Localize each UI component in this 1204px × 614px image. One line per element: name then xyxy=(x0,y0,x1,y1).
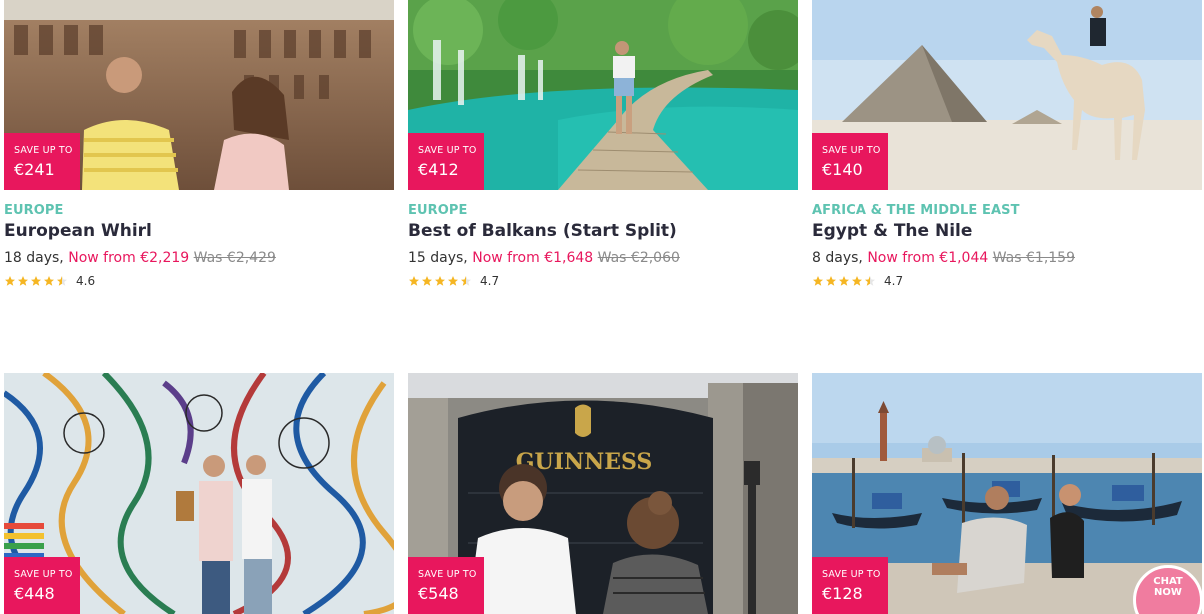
tour-image[interactable]: SAVE UP TO €412 xyxy=(408,0,798,190)
star-icon xyxy=(448,276,458,286)
rating-row: 4.6 xyxy=(4,274,394,288)
now-price: Now from €2,219 xyxy=(68,250,190,266)
duration: 18 days, xyxy=(4,250,64,266)
now-price: Now from €1,044 xyxy=(867,250,989,266)
star-icon xyxy=(57,276,67,286)
tour-card[interactable]: SAVE UP TO €412 EUROPE Best of Balkans (… xyxy=(408,0,798,288)
save-label: SAVE UP TO xyxy=(822,145,881,156)
tour-card[interactable]: GUINNESS SAVE UP TO €548 xyxy=(408,373,798,614)
star-icon xyxy=(422,276,432,286)
tour-image[interactable]: GUINNESS SAVE UP TO €548 xyxy=(408,373,798,614)
save-amount: €241 xyxy=(14,160,55,179)
save-badge: SAVE UP TO €128 xyxy=(812,557,888,614)
rating-value: 4.7 xyxy=(884,274,904,288)
save-amount: €448 xyxy=(14,584,55,603)
star-rating xyxy=(812,275,876,287)
save-label: SAVE UP TO xyxy=(418,569,477,580)
star-icon xyxy=(813,276,823,286)
chat-label-line1: CHAT xyxy=(1153,576,1183,587)
tour-card[interactable]: SAVE UP TO €241 EUROPE European Whirl 18… xyxy=(4,0,394,288)
star-rating xyxy=(4,275,68,287)
tour-region: AFRICA & THE MIDDLE EAST xyxy=(812,203,1020,218)
tour-region: EUROPE xyxy=(4,203,64,218)
star-icon xyxy=(44,276,54,286)
star-icon xyxy=(865,276,875,286)
tour-image[interactable]: SAVE UP TO €448 xyxy=(4,373,394,614)
was-price: Was €1,159 xyxy=(992,250,1075,266)
save-label: SAVE UP TO xyxy=(822,569,881,580)
save-badge: SAVE UP TO €140 xyxy=(812,133,888,190)
save-badge: SAVE UP TO €548 xyxy=(408,557,484,614)
star-icon xyxy=(826,276,836,286)
tour-card[interactable]: SAVE UP TO €448 xyxy=(4,373,394,614)
rating-row: 4.7 xyxy=(408,274,798,288)
price-line: 8 days, Now from €1,044 Was €1,159 xyxy=(812,250,1202,266)
star-icon xyxy=(31,276,41,286)
price-line: 18 days, Now from €2,219 Was €2,429 xyxy=(4,250,394,266)
save-label: SAVE UP TO xyxy=(14,145,73,156)
tour-title[interactable]: European Whirl xyxy=(4,221,394,241)
tour-title[interactable]: Best of Balkans (Start Split) xyxy=(408,221,798,241)
was-price: Was €2,429 xyxy=(193,250,276,266)
duration: 8 days, xyxy=(812,250,863,266)
star-icon xyxy=(435,276,445,286)
save-badge: SAVE UP TO €448 xyxy=(4,557,80,614)
save-amount: €140 xyxy=(822,160,863,179)
tour-image[interactable]: SAVE UP TO €140 xyxy=(812,0,1202,190)
save-amount: €548 xyxy=(418,584,459,603)
duration: 15 days, xyxy=(408,250,468,266)
tour-title[interactable]: Egypt & The Nile xyxy=(812,221,1202,241)
star-rating xyxy=(408,275,472,287)
tour-image[interactable]: SAVE UP TO €241 xyxy=(4,0,394,190)
save-label: SAVE UP TO xyxy=(14,569,73,580)
tour-region: EUROPE xyxy=(408,203,468,218)
chat-label-line2: NOW xyxy=(1154,587,1182,598)
rating-row: 4.7 xyxy=(812,274,1202,288)
star-icon xyxy=(852,276,862,286)
star-icon xyxy=(409,276,419,286)
was-price: Was €2,060 xyxy=(597,250,680,266)
save-badge: SAVE UP TO €241 xyxy=(4,133,80,190)
star-icon xyxy=(5,276,15,286)
rating-value: 4.6 xyxy=(76,274,96,288)
rating-value: 4.7 xyxy=(480,274,500,288)
save-amount: €412 xyxy=(418,160,459,179)
star-icon xyxy=(461,276,471,286)
price-line: 15 days, Now from €1,648 Was €2,060 xyxy=(408,250,798,266)
now-price: Now from €1,648 xyxy=(472,250,594,266)
star-icon xyxy=(839,276,849,286)
save-amount: €128 xyxy=(822,584,863,603)
star-icon xyxy=(18,276,28,286)
save-label: SAVE UP TO xyxy=(418,145,477,156)
tour-card[interactable]: SAVE UP TO €140 AFRICA & THE MIDDLE EAST… xyxy=(812,0,1202,288)
save-badge: SAVE UP TO €412 xyxy=(408,133,484,190)
